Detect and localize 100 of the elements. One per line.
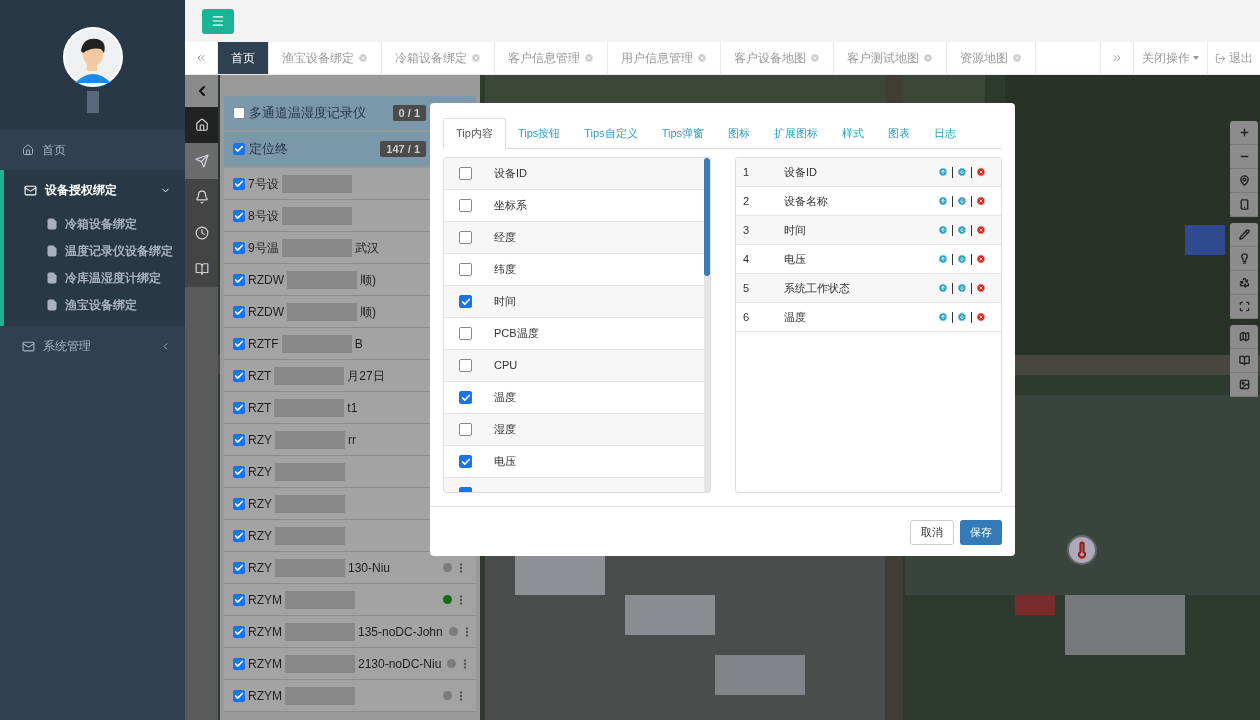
row-number: 4 [743, 251, 751, 267]
nav-subitem[interactable]: 冷库温湿度计绑定 [4, 264, 185, 291]
device-name-end: rr [348, 431, 356, 449]
row-number: 1 [743, 164, 751, 180]
checkbox[interactable] [233, 241, 245, 254]
nav-item[interactable]: 首页 [0, 130, 185, 170]
device-name-start: RZT [248, 399, 272, 417]
move-up-icon[interactable] [938, 283, 948, 293]
checkbox[interactable] [459, 455, 472, 468]
dialog-tab[interactable]: Tip内容 [443, 118, 506, 149]
field-row[interactable]: 经度 [444, 222, 704, 254]
checkbox[interactable] [233, 689, 245, 702]
checkbox[interactable] [233, 465, 245, 478]
field-row[interactable]: 设备ID [444, 158, 704, 190]
save-button[interactable]: 保存 [960, 520, 1002, 545]
page-tab[interactable]: 首页 [218, 42, 269, 74]
move-up-icon[interactable] [938, 225, 948, 235]
move-down-icon[interactable] [957, 312, 967, 322]
move-down-icon[interactable] [957, 225, 967, 235]
tool-button[interactable] [185, 179, 218, 215]
checkbox[interactable] [233, 625, 245, 638]
collapse-button[interactable] [185, 75, 218, 107]
check-icon [234, 144, 244, 154]
check-icon [234, 370, 244, 381]
checkbox[interactable] [233, 177, 245, 190]
device-row[interactable]: RZYM 135-noDC-John [224, 616, 476, 648]
checkbox[interactable] [233, 273, 245, 286]
remove-icon[interactable] [976, 283, 986, 293]
device-row[interactable]: RZYM [224, 584, 476, 616]
checkbox[interactable] [459, 391, 472, 404]
nav-item[interactable]: 设备授权绑定 [4, 170, 185, 210]
check-icon [460, 456, 471, 467]
device-name-start: RZDW [248, 303, 284, 321]
nav-subitem[interactable]: 渔宝设备绑定 [4, 291, 185, 318]
move-up-icon[interactable] [938, 196, 948, 206]
row-number: 2 [743, 193, 751, 209]
move-up-icon[interactable] [938, 312, 948, 322]
checkbox[interactable] [233, 657, 245, 670]
device-name-end: 130-Niu [348, 559, 391, 577]
nav-item[interactable]: 系统管理 [0, 326, 185, 366]
checkbox[interactable] [459, 327, 472, 340]
checkbox[interactable] [233, 107, 245, 119]
checkbox[interactable] [459, 167, 472, 180]
blurred-text [275, 430, 345, 449]
checkbox[interactable] [233, 369, 245, 382]
count-badge: 0 / 1 [392, 104, 426, 122]
dialog-tab[interactable]: 图标 [716, 118, 762, 148]
blurred-text [275, 526, 345, 545]
remove-icon[interactable] [976, 196, 986, 206]
cancel-button[interactable]: 取消 [910, 520, 954, 545]
move-down-icon[interactable] [957, 196, 967, 206]
send-icon [194, 154, 209, 168]
field-row[interactable]: 湿度 [444, 414, 704, 446]
scrollbar[interactable] [704, 158, 710, 492]
pencil-icon [1238, 229, 1250, 240]
field-row[interactable]: 时间 [444, 286, 704, 318]
nav-subitem[interactable]: 冷箱设备绑定 [4, 210, 185, 237]
checkbox[interactable] [233, 209, 245, 222]
checkbox[interactable] [233, 337, 245, 350]
checkbox[interactable] [459, 263, 472, 276]
tool-button[interactable] [185, 107, 218, 143]
checkbox[interactable] [233, 401, 245, 414]
blurred-text [275, 494, 345, 513]
check-icon [234, 274, 244, 285]
device-name-start: RZT [248, 367, 272, 385]
checkbox[interactable] [233, 497, 245, 510]
move-up-icon[interactable] [938, 167, 948, 177]
checkbox[interactable] [233, 529, 245, 542]
move-down-icon[interactable] [957, 167, 967, 177]
checkbox[interactable] [233, 433, 245, 446]
device-name-end: 顺) [360, 271, 376, 289]
dialog-tab[interactable]: 图表 [876, 118, 922, 148]
checkbox[interactable] [459, 423, 472, 436]
remove-icon[interactable] [976, 167, 986, 177]
checkbox[interactable] [459, 199, 472, 212]
home-icon [194, 118, 209, 132]
menu-button[interactable] [202, 8, 234, 34]
checkbox[interactable] [459, 231, 472, 244]
remove-icon[interactable] [976, 312, 986, 322]
field-row[interactable]: CPU [444, 350, 704, 382]
checkbox[interactable] [233, 561, 245, 574]
device-row[interactable]: RZY 130-Niu [224, 552, 476, 584]
device-name-end: 顺) [360, 303, 376, 321]
device-row[interactable]: RZYM [224, 680, 476, 712]
checkbox[interactable] [459, 359, 472, 372]
move-down-icon[interactable] [957, 254, 967, 264]
checkbox[interactable] [459, 295, 472, 308]
device-name-start: 9号温 [248, 239, 279, 257]
remove-icon[interactable] [976, 225, 986, 235]
checkbox[interactable] [233, 593, 245, 606]
tool-button[interactable] [185, 251, 218, 287]
move-up-icon[interactable] [938, 254, 948, 264]
remove-icon[interactable] [976, 254, 986, 264]
checkbox[interactable] [233, 143, 245, 155]
device-row[interactable]: RZYM 2130-noDC-Niu [224, 648, 476, 680]
checkbox[interactable] [233, 305, 245, 318]
device-name-end: B [354, 335, 363, 353]
nav-subitem[interactable]: 温度记录仪设备绑定 [4, 237, 185, 264]
move-down-icon[interactable] [957, 283, 967, 293]
check-icon [234, 530, 244, 541]
